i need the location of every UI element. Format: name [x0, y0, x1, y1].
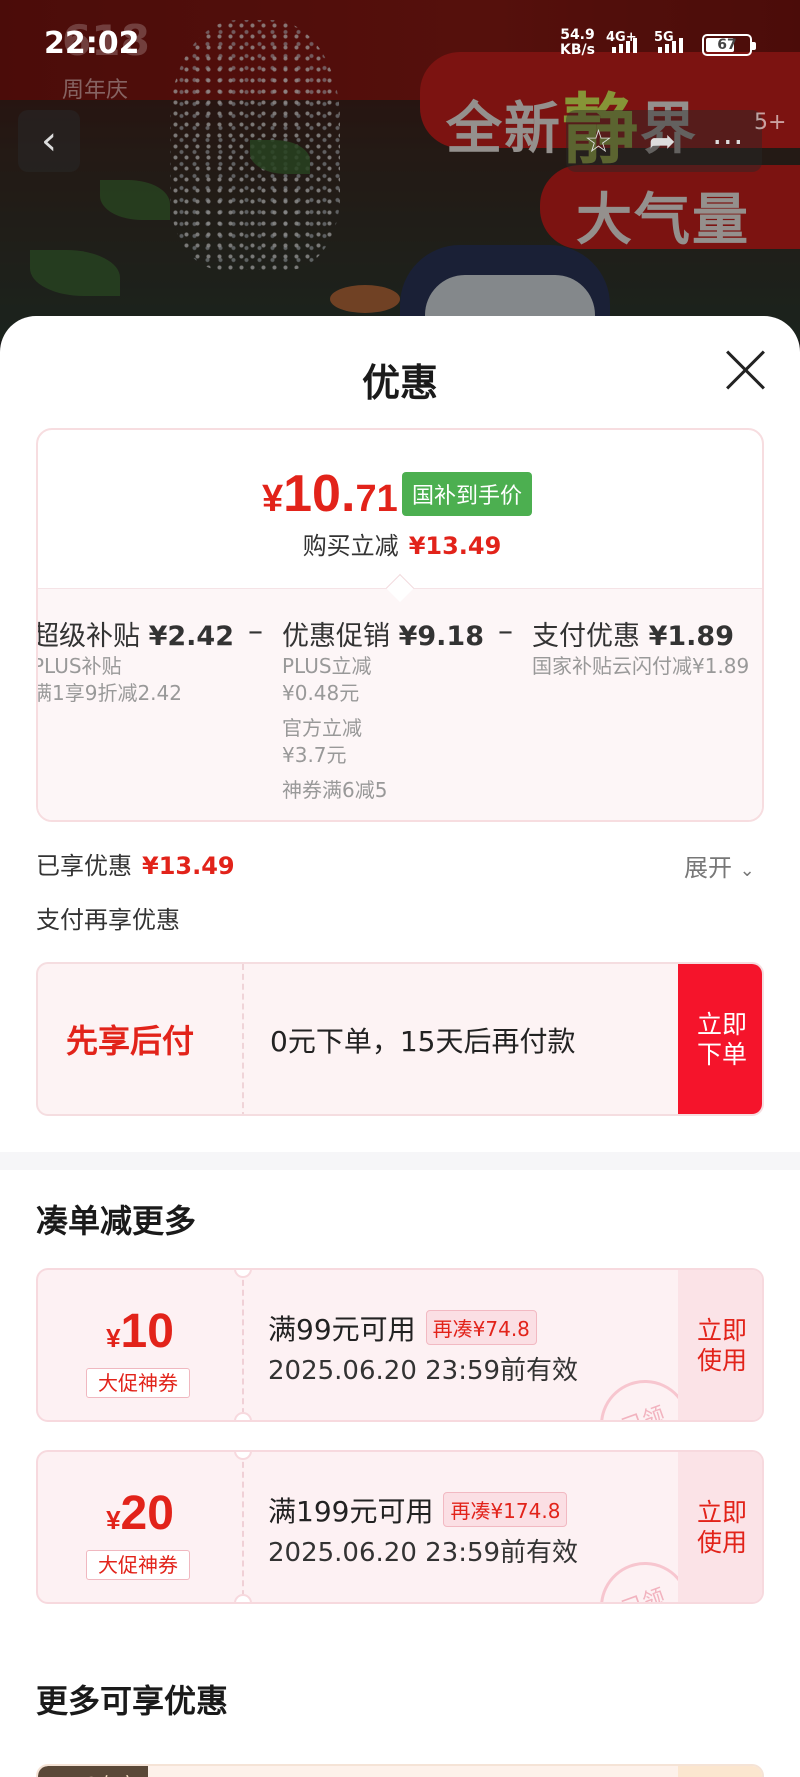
enjoyed-label: 已享优惠	[36, 852, 132, 880]
breakdown-detail: 神券满6减5	[282, 778, 388, 802]
enjoyed-discount-row: 已享优惠 ¥13.49	[36, 846, 235, 881]
pay-more-heading: 支付再享优惠	[36, 906, 180, 934]
expand-button[interactable]: 展开 ⌄	[684, 848, 755, 883]
coupon-validity: 2025.06.20 23:59前有效	[268, 1356, 579, 1386]
breakdown-head: 超级补贴 ¥2.42	[36, 614, 234, 653]
expand-label: 展开	[684, 854, 732, 882]
button-line: 立即	[696, 1316, 747, 1345]
instant-discount-label: 购买立减	[302, 532, 399, 560]
favorite-star-icon[interactable]: ☆	[584, 122, 613, 160]
header-actions: ☆ ➦ ⋯	[566, 110, 762, 172]
button-line: 立即	[696, 1010, 747, 1039]
bundle-section-title: 凑单减更多	[36, 1202, 197, 1240]
enjoyed-amount: ¥13.49	[142, 852, 235, 880]
close-icon[interactable]	[722, 346, 770, 394]
coupon-notch	[234, 1594, 252, 1602]
network-speed: 54.9 KB/s	[560, 28, 595, 58]
coupon-number: 20	[120, 1487, 174, 1540]
coupon-card: ¥10 大促神券 满99元可用 再凑¥74.8 2025.06.20 23:59前…	[36, 1268, 764, 1422]
minus-operator: –	[498, 614, 513, 649]
breakdown-super-subsidy: 超级补贴 ¥2.42 PLUS补贴 满1享9折减2.42	[36, 614, 234, 707]
signal-bars-icon	[658, 38, 683, 53]
coupon-condition: 满99元可用 再凑¥74.8	[268, 1308, 537, 1348]
coupon-value-area: ¥10 大促神券	[38, 1270, 242, 1420]
breakdown-label: 优惠促销	[282, 621, 390, 652]
coupon-extra-needed: 再凑¥174.8	[443, 1492, 568, 1527]
section-separator	[0, 1152, 800, 1170]
battery-level: 67	[717, 37, 737, 53]
price-currency: ¥	[262, 478, 284, 520]
button-line: 使用	[696, 1346, 747, 1375]
breakdown-amount: ¥1.89	[648, 621, 734, 652]
button-line: 立即	[696, 1498, 747, 1527]
plus-card-action[interactable]	[678, 1766, 762, 1777]
coupon-value-area: ¥20 大促神券	[38, 1452, 242, 1602]
breakdown-label: 超级补贴	[36, 621, 140, 652]
coupon-condition-text: 满99元可用	[268, 1313, 416, 1346]
discount-sheet: 优惠 ¥10.71 国补到手价 购买立减 ¥13.49 超级补贴 ¥2.42 PL…	[0, 316, 800, 1777]
sheet-title: 优惠	[361, 361, 438, 405]
breakdown-detail: ¥3.7元	[282, 743, 347, 767]
use-coupon-button[interactable]: 立即 使用	[678, 1270, 762, 1420]
coupon-amount: ¥10	[38, 1304, 242, 1359]
coupon-notch	[234, 1412, 252, 1420]
coupon-condition: 满199元可用 再凑¥174.8	[268, 1490, 568, 1530]
button-line: 使用	[696, 1528, 747, 1557]
button-line: 下单	[696, 1040, 747, 1069]
coupon-amount: ¥20	[38, 1486, 242, 1541]
breakdown-detail: PLUS立减	[282, 654, 372, 678]
media-count-badge: 5+	[754, 110, 787, 135]
more-discounts-title: 更多可享优惠	[36, 1682, 229, 1720]
breakdown-head: 支付优惠 ¥1.89	[532, 614, 749, 653]
breakdown-detail: ¥0.48元	[282, 681, 360, 705]
coupon-type-tag: 大促神券	[86, 1550, 190, 1580]
instant-discount-row: 购买立减 ¥13.49	[38, 526, 762, 561]
order-now-button[interactable]: 立即 下单	[678, 964, 762, 1114]
breakdown-amount: ¥2.42	[148, 621, 234, 652]
more-options-icon[interactable]: ⋯	[712, 122, 744, 160]
net-speed-unit: KB/s	[560, 42, 595, 58]
instant-discount-amount: ¥13.49	[408, 532, 502, 560]
plus-offer-card: PLUS专享	[36, 1764, 764, 1777]
coupon-card: ¥20 大促神券 满199元可用 再凑¥174.8 2025.06.20 23:5…	[36, 1450, 764, 1604]
breakdown-amount: ¥9.18	[398, 621, 484, 652]
signal-bars-icon	[612, 38, 637, 53]
national-subsidy-tag: 国补到手价	[402, 472, 533, 516]
coupon-extra-needed: 再凑¥74.8	[425, 1310, 537, 1345]
dashed-divider	[242, 1270, 244, 1420]
breakdown-detail: 官方立减	[282, 716, 362, 740]
back-button[interactable]: ‹	[18, 110, 80, 172]
dashed-divider	[242, 1452, 244, 1602]
coupon-validity: 2025.06.20 23:59前有效	[268, 1538, 579, 1568]
dashed-divider	[242, 964, 244, 1114]
chevron-left-icon: ‹	[41, 118, 57, 164]
chevron-down-icon: ⌄	[739, 860, 755, 881]
breakdown-head: 优惠促销 ¥9.18	[282, 614, 484, 653]
plus-exclusive-tag: PLUS专享	[38, 1766, 148, 1777]
battery-icon: 67	[702, 34, 756, 56]
coupon-condition-text: 满199元可用	[268, 1495, 434, 1528]
coupon-type-tag: 大促神券	[86, 1368, 190, 1398]
share-icon[interactable]: ➦	[649, 122, 676, 160]
bnpl-description: 0元下单，15天后再付款	[270, 1025, 576, 1058]
price-decimal: 71	[355, 478, 398, 520]
breakdown-detail: 国家补贴云闪付减¥1.89	[532, 654, 750, 678]
breakdown-promotions: 优惠促销 ¥9.18 PLUS立减 ¥0.48元 官方立减 ¥3.7元 神券满6…	[282, 614, 484, 804]
use-coupon-button[interactable]: 立即 使用	[678, 1452, 762, 1602]
breakdown-payment: 支付优惠 ¥1.89 国家补贴云闪付减¥1.89	[532, 614, 749, 680]
coupon-currency: ¥	[106, 1323, 121, 1353]
net-speed-value: 54.9	[560, 27, 595, 43]
bnpl-title: 先享后付	[66, 1022, 195, 1060]
price-integer: 10.	[283, 465, 356, 523]
minus-operator: –	[248, 614, 263, 649]
status-time: 22:02	[44, 26, 140, 61]
coupon-currency: ¥	[106, 1505, 121, 1535]
breakdown-detail: 满1享9折减2.42	[36, 681, 182, 705]
price-summary-card: ¥10.71 国补到手价 购买立减 ¥13.49 超级补贴 ¥2.42 PLUS补…	[36, 428, 764, 822]
final-price: ¥10.71	[262, 464, 398, 524]
breakdown-label: 支付优惠	[532, 621, 640, 652]
buy-now-pay-later-card: 先享后付 0元下单，15天后再付款 立即 下单	[36, 962, 764, 1116]
coupon-number: 10	[120, 1305, 174, 1358]
breakdown-detail: PLUS补贴	[36, 654, 122, 678]
